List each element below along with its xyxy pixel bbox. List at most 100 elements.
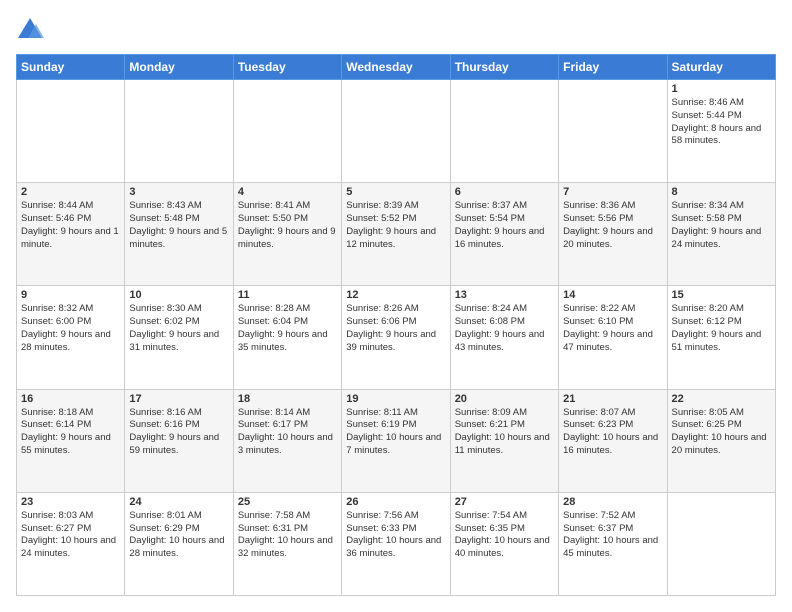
col-header-monday: Monday <box>125 55 233 80</box>
day-number: 1 <box>672 83 771 95</box>
day-number: 22 <box>672 393 771 405</box>
col-header-wednesday: Wednesday <box>342 55 450 80</box>
day-info: Sunrise: 8:39 AM Sunset: 5:52 PM Dayligh… <box>346 200 445 251</box>
col-header-friday: Friday <box>559 55 667 80</box>
day-info: Sunrise: 7:56 AM Sunset: 6:33 PM Dayligh… <box>346 510 445 561</box>
day-info: Sunrise: 8:09 AM Sunset: 6:21 PM Dayligh… <box>455 407 554 458</box>
day-number: 23 <box>21 496 120 508</box>
day-info: Sunrise: 8:30 AM Sunset: 6:02 PM Dayligh… <box>129 303 228 354</box>
day-cell: 2 Sunrise: 8:44 AM Sunset: 5:46 PM Daylig… <box>17 183 125 286</box>
day-cell: 3 Sunrise: 8:43 AM Sunset: 5:48 PM Daylig… <box>125 183 233 286</box>
day-cell: 5 Sunrise: 8:39 AM Sunset: 5:52 PM Daylig… <box>342 183 450 286</box>
day-info: Sunrise: 8:44 AM Sunset: 5:46 PM Dayligh… <box>21 200 120 251</box>
day-cell: 24 Sunrise: 8:01 AM Sunset: 6:29 PM Dayli… <box>125 492 233 595</box>
day-number: 27 <box>455 496 554 508</box>
week-row-5: 23 Sunrise: 8:03 AM Sunset: 6:27 PM Dayli… <box>17 492 776 595</box>
day-cell: 1 Sunrise: 8:46 AM Sunset: 5:44 PM Daylig… <box>667 80 775 183</box>
day-info: Sunrise: 8:24 AM Sunset: 6:08 PM Dayligh… <box>455 303 554 354</box>
day-number: 16 <box>21 393 120 405</box>
day-cell: 16 Sunrise: 8:18 AM Sunset: 6:14 PM Dayli… <box>17 389 125 492</box>
day-number: 5 <box>346 186 445 198</box>
day-cell: 28 Sunrise: 7:52 AM Sunset: 6:37 PM Dayli… <box>559 492 667 595</box>
day-number: 25 <box>238 496 337 508</box>
day-info: Sunrise: 8:34 AM Sunset: 5:58 PM Dayligh… <box>672 200 771 251</box>
header <box>16 16 776 44</box>
day-cell: 26 Sunrise: 7:56 AM Sunset: 6:33 PM Dayli… <box>342 492 450 595</box>
day-info: Sunrise: 8:01 AM Sunset: 6:29 PM Dayligh… <box>129 510 228 561</box>
logo-icon <box>16 16 44 44</box>
day-number: 15 <box>672 289 771 301</box>
col-header-thursday: Thursday <box>450 55 558 80</box>
day-cell <box>559 80 667 183</box>
day-number: 18 <box>238 393 337 405</box>
day-info: Sunrise: 7:52 AM Sunset: 6:37 PM Dayligh… <box>563 510 662 561</box>
day-cell: 15 Sunrise: 8:20 AM Sunset: 6:12 PM Dayli… <box>667 286 775 389</box>
col-header-tuesday: Tuesday <box>233 55 341 80</box>
day-number: 21 <box>563 393 662 405</box>
day-cell: 10Sunrise: 8:30 AM Sunset: 6:02 PM Dayli… <box>125 286 233 389</box>
day-number: 14 <box>563 289 662 301</box>
col-header-saturday: Saturday <box>667 55 775 80</box>
day-number: 12 <box>346 289 445 301</box>
week-row-2: 2 Sunrise: 8:44 AM Sunset: 5:46 PM Daylig… <box>17 183 776 286</box>
day-info: Sunrise: 8:32 AM Sunset: 6:00 PM Dayligh… <box>21 303 120 354</box>
day-number: 28 <box>563 496 662 508</box>
day-cell: 19 Sunrise: 8:11 AM Sunset: 6:19 PM Dayli… <box>342 389 450 492</box>
day-number: 13 <box>455 289 554 301</box>
logo <box>16 16 46 44</box>
day-number: 7 <box>563 186 662 198</box>
day-cell: 27Sunrise: 7:54 AM Sunset: 6:35 PM Dayli… <box>450 492 558 595</box>
week-row-3: 9 Sunrise: 8:32 AM Sunset: 6:00 PM Daylig… <box>17 286 776 389</box>
day-number: 2 <box>21 186 120 198</box>
day-cell: 4Sunrise: 8:41 AM Sunset: 5:50 PM Daylig… <box>233 183 341 286</box>
day-cell: 8 Sunrise: 8:34 AM Sunset: 5:58 PM Daylig… <box>667 183 775 286</box>
day-cell: 22Sunrise: 8:05 AM Sunset: 6:25 PM Dayli… <box>667 389 775 492</box>
day-number: 26 <box>346 496 445 508</box>
week-row-1: 1 Sunrise: 8:46 AM Sunset: 5:44 PM Daylig… <box>17 80 776 183</box>
day-cell <box>17 80 125 183</box>
day-info: Sunrise: 8:14 AM Sunset: 6:17 PM Dayligh… <box>238 407 337 458</box>
day-info: Sunrise: 8:36 AM Sunset: 5:56 PM Dayligh… <box>563 200 662 251</box>
day-info: Sunrise: 8:46 AM Sunset: 5:44 PM Dayligh… <box>672 97 771 148</box>
col-header-sunday: Sunday <box>17 55 125 80</box>
day-cell: 25Sunrise: 7:58 AM Sunset: 6:31 PM Dayli… <box>233 492 341 595</box>
day-number: 4 <box>238 186 337 198</box>
day-number: 9 <box>21 289 120 301</box>
day-info: Sunrise: 8:28 AM Sunset: 6:04 PM Dayligh… <box>238 303 337 354</box>
day-number: 3 <box>129 186 228 198</box>
day-number: 8 <box>672 186 771 198</box>
day-cell <box>125 80 233 183</box>
week-row-4: 16 Sunrise: 8:18 AM Sunset: 6:14 PM Dayli… <box>17 389 776 492</box>
day-number: 24 <box>129 496 228 508</box>
day-info: Sunrise: 8:20 AM Sunset: 6:12 PM Dayligh… <box>672 303 771 354</box>
header-row: SundayMondayTuesdayWednesdayThursdayFrid… <box>17 55 776 80</box>
day-cell: 12 Sunrise: 8:26 AM Sunset: 6:06 PM Dayli… <box>342 286 450 389</box>
day-info: Sunrise: 8:03 AM Sunset: 6:27 PM Dayligh… <box>21 510 120 561</box>
day-number: 11 <box>238 289 337 301</box>
day-number: 6 <box>455 186 554 198</box>
day-info: Sunrise: 8:37 AM Sunset: 5:54 PM Dayligh… <box>455 200 554 251</box>
day-cell: 14 Sunrise: 8:22 AM Sunset: 6:10 PM Dayli… <box>559 286 667 389</box>
day-number: 19 <box>346 393 445 405</box>
day-cell <box>233 80 341 183</box>
day-cell <box>342 80 450 183</box>
day-info: Sunrise: 8:11 AM Sunset: 6:19 PM Dayligh… <box>346 407 445 458</box>
day-info: Sunrise: 8:43 AM Sunset: 5:48 PM Dayligh… <box>129 200 228 251</box>
day-cell: 9 Sunrise: 8:32 AM Sunset: 6:00 PM Daylig… <box>17 286 125 389</box>
day-cell: 13 Sunrise: 8:24 AM Sunset: 6:08 PM Dayli… <box>450 286 558 389</box>
day-cell <box>667 492 775 595</box>
day-info: Sunrise: 8:18 AM Sunset: 6:14 PM Dayligh… <box>21 407 120 458</box>
day-cell: 18 Sunrise: 8:14 AM Sunset: 6:17 PM Dayli… <box>233 389 341 492</box>
day-info: Sunrise: 8:26 AM Sunset: 6:06 PM Dayligh… <box>346 303 445 354</box>
day-cell: 21 Sunrise: 8:07 AM Sunset: 6:23 PM Dayli… <box>559 389 667 492</box>
day-number: 17 <box>129 393 228 405</box>
day-info: Sunrise: 8:22 AM Sunset: 6:10 PM Dayligh… <box>563 303 662 354</box>
day-cell: 7 Sunrise: 8:36 AM Sunset: 5:56 PM Daylig… <box>559 183 667 286</box>
page: SundayMondayTuesdayWednesdayThursdayFrid… <box>0 0 792 612</box>
day-cell: 11 Sunrise: 8:28 AM Sunset: 6:04 PM Dayli… <box>233 286 341 389</box>
day-cell <box>450 80 558 183</box>
day-cell: 17 Sunrise: 8:16 AM Sunset: 6:16 PM Dayli… <box>125 389 233 492</box>
day-info: Sunrise: 8:07 AM Sunset: 6:23 PM Dayligh… <box>563 407 662 458</box>
day-info: Sunrise: 8:16 AM Sunset: 6:16 PM Dayligh… <box>129 407 228 458</box>
day-cell: 23 Sunrise: 8:03 AM Sunset: 6:27 PM Dayli… <box>17 492 125 595</box>
